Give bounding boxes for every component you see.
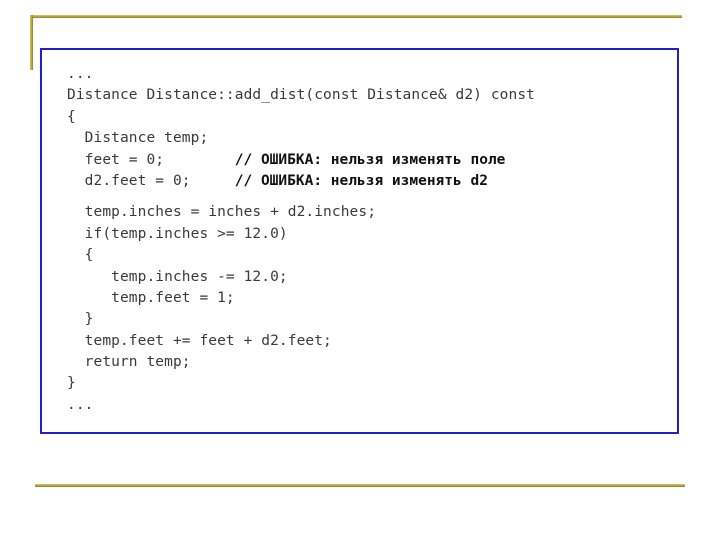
gold-bottom-rule [35,484,685,487]
code-line: ... [67,395,671,416]
code-line: return temp; [67,352,671,373]
code-line-text: Distance temp; [67,130,209,147]
code-line: } [67,373,671,394]
code-line: feet = 0; // ОШИБКА: нельзя изменять пол… [67,150,671,171]
code-frame: ...Distance Distance::add_dist(const Dis… [40,48,679,434]
code-line-text: temp.feet += feet + d2.feet; [67,332,332,349]
code-line-comment: // ОШИБКА: нельзя изменять поле [234,151,506,168]
code-line: temp.feet += feet + d2.feet; [67,331,671,352]
code-line-text: { [67,108,76,125]
gold-top-rule [30,15,682,18]
code-line-text: { [67,247,94,264]
code-line: { [67,245,671,266]
code-line-text: temp.inches = inches + d2.inches; [67,204,377,221]
code-line: Distance Distance::add_dist(const Distan… [67,85,671,106]
code-line: { [67,107,671,128]
code-line-text: feet = 0; [67,151,235,168]
code-line-text: } [67,375,76,392]
code-line-text: d2.feet = 0; [67,172,235,189]
code-line-text: return temp; [67,354,191,371]
code-line-text: ... [67,396,94,413]
code-line: } [67,309,671,330]
code-line: temp.inches -= 12.0; [67,267,671,288]
code-line-text: Distance Distance::add_dist(const Distan… [67,87,535,104]
code-line-comment: // ОШИБКА: нельзя изменять d2 [234,172,488,189]
code-line: Distance temp; [67,128,671,149]
gold-left-rule [30,15,33,70]
code-line-text: if(temp.inches >= 12.0) [67,225,288,242]
code-line-text: } [67,311,94,328]
code-line-text: temp.inches -= 12.0; [67,268,288,285]
code-line-text: ... [67,66,94,82]
code-line: d2.feet = 0; // ОШИБКА: нельзя изменять … [67,171,671,192]
code-listing: ...Distance Distance::add_dist(const Dis… [67,64,671,416]
code-line: temp.feet = 1; [67,288,671,309]
code-line: temp.inches = inches + d2.inches; [67,202,671,223]
code-line: ... [67,64,671,85]
code-line-text: temp.feet = 1; [67,289,235,306]
code-line: if(temp.inches >= 12.0) [67,224,671,245]
